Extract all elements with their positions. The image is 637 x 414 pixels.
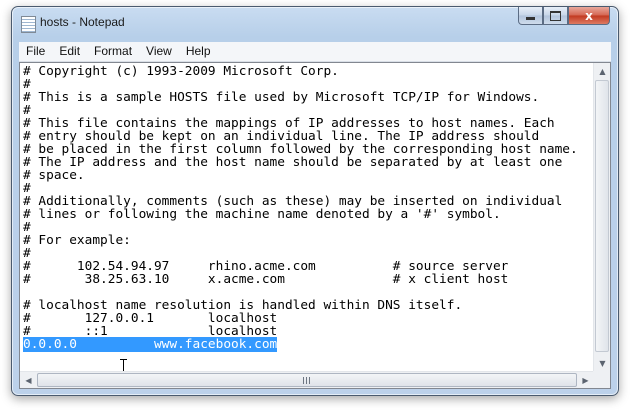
scroll-left-button[interactable]: ◀ [20, 372, 37, 389]
menu-edit[interactable]: Edit [52, 42, 87, 61]
notepad-window: hosts - Notepad x File Edit Format View … [11, 6, 619, 396]
document-text[interactable]: # Copyright (c) 1993-2009 Microsoft Corp… [20, 63, 594, 372]
maximize-icon [550, 10, 561, 21]
vertical-scrollbar[interactable]: ▲ ▼ [593, 63, 610, 372]
caption-buttons: x [518, 7, 610, 26]
scrollbar-corner [593, 371, 610, 388]
right-arrow-icon: ▶ [582, 376, 589, 385]
up-arrow-icon: ▲ [599, 67, 606, 76]
menu-format[interactable]: Format [87, 42, 139, 61]
down-arrow-icon: ▼ [599, 359, 606, 368]
minimize-icon [526, 17, 535, 20]
menu-help[interactable]: Help [179, 42, 218, 61]
scroll-up-button[interactable]: ▲ [594, 63, 611, 80]
text-line: # lines or following the machine name de… [23, 207, 501, 222]
menu-view[interactable]: View [139, 42, 179, 61]
vertical-scroll-thumb[interactable] [595, 80, 609, 352]
text-line: # 38.25.63.10 x.acme.com # x client host [23, 272, 509, 287]
title-bar[interactable]: hosts - Notepad x [12, 7, 618, 37]
window-title: hosts - Notepad [40, 15, 125, 29]
text-line: # space. [23, 168, 85, 183]
grip-icon [302, 376, 312, 384]
text-line: # This is a sample HOSTS file used by Mi… [23, 90, 540, 105]
selected-text-line: 0.0.0.0 www.facebook.com [23, 337, 594, 352]
left-arrow-icon: ◀ [25, 376, 32, 385]
text-selection[interactable]: 0.0.0.0 www.facebook.com [23, 337, 278, 352]
scroll-right-button[interactable]: ▶ [577, 372, 594, 389]
maximize-button[interactable] [543, 7, 568, 25]
horizontal-scroll-thumb[interactable] [37, 373, 577, 387]
text-line: # Copyright (c) 1993-2009 Microsoft Corp… [23, 64, 339, 79]
text-line: # The IP address and the host name shoul… [23, 155, 563, 170]
text-line: # For example: [23, 233, 131, 248]
close-icon: x [585, 8, 593, 23]
horizontal-scrollbar[interactable]: ◀ ▶ [20, 371, 594, 388]
minimize-button[interactable] [518, 7, 543, 25]
close-button[interactable]: x [568, 7, 610, 25]
menu-file[interactable]: File [19, 42, 52, 61]
notepad-icon[interactable] [21, 16, 36, 33]
text-editor[interactable]: # Copyright (c) 1993-2009 Microsoft Corp… [19, 62, 611, 389]
scroll-down-button[interactable]: ▼ [594, 355, 611, 372]
menu-bar: File Edit Format View Help [19, 42, 611, 62]
